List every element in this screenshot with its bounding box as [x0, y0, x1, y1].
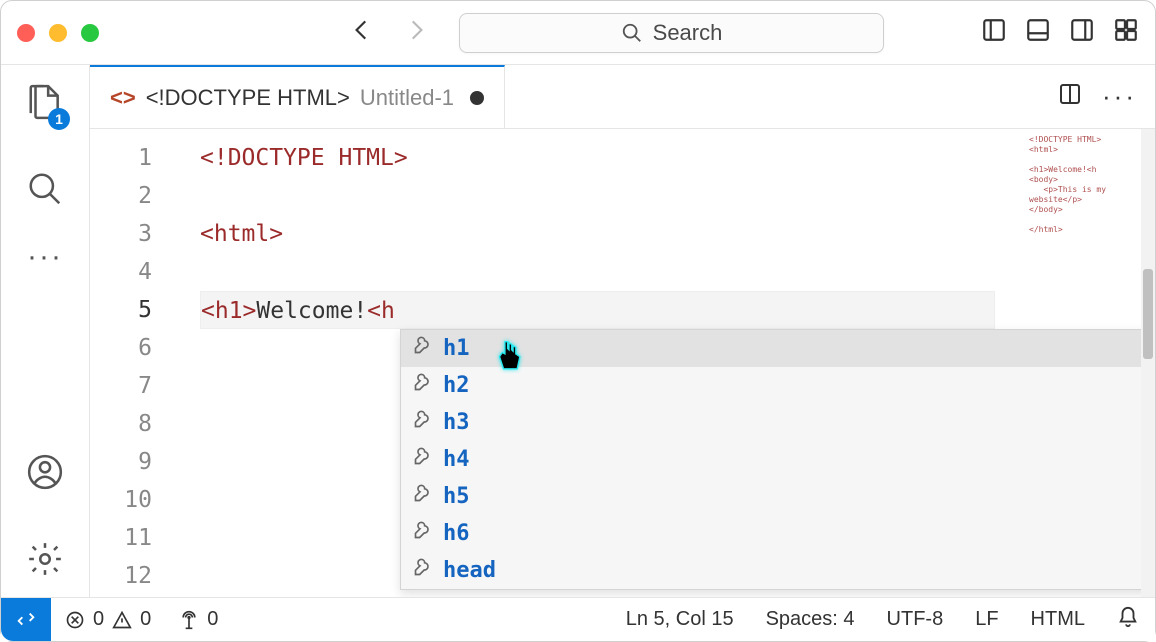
nav-forward-icon[interactable]: [403, 17, 429, 48]
suggest-item-h2[interactable]: h2: [401, 367, 1155, 404]
minimap[interactable]: <!DOCTYPE HTML> <html> <h1>Welcome!<h <b…: [1023, 129, 1143, 241]
line-number-gutter: 1 2 3 4 5 6 7 8 9 10 11 12: [90, 129, 170, 597]
command-center-search[interactable]: Search: [459, 13, 884, 53]
explorer-badge: 1: [48, 108, 70, 130]
html-language-icon: <>: [110, 85, 136, 111]
editor-tab-row: <> <!DOCTYPE HTML> Untitled-1 ···: [90, 65, 1155, 129]
ports-count: 0: [207, 608, 218, 631]
snippet-icon: [413, 552, 433, 590]
warning-count: 0: [140, 608, 151, 631]
zoom-window-button[interactable]: [81, 24, 99, 42]
suggest-item-h1[interactable]: h1 ›: [401, 330, 1155, 367]
suggest-item-h5[interactable]: h5: [401, 478, 1155, 515]
titlebar: Search: [1, 1, 1155, 65]
snippet-icon: [413, 515, 433, 553]
encoding-status[interactable]: UTF-8: [871, 608, 960, 631]
notifications-bell-icon[interactable]: [1101, 606, 1155, 634]
tab-modified-indicator: [470, 91, 484, 105]
error-count: 0: [93, 608, 104, 631]
nav-back-icon[interactable]: [349, 17, 375, 48]
remote-indicator[interactable]: [1, 598, 51, 641]
editor-tab-untitled-1[interactable]: <> <!DOCTYPE HTML> Untitled-1: [90, 65, 505, 128]
ports-status[interactable]: 0: [165, 608, 232, 631]
editor-more-actions-icon[interactable]: ···: [1102, 81, 1137, 112]
customize-layout-icon[interactable]: [1113, 17, 1139, 48]
editor-scrollbar[interactable]: [1141, 129, 1155, 597]
tab-doctype-label: <!DOCTYPE HTML>: [146, 85, 350, 111]
search-placeholder: Search: [653, 20, 723, 46]
snippet-icon: [413, 330, 433, 368]
suggest-item-h4[interactable]: h4: [401, 441, 1155, 478]
indentation-status[interactable]: Spaces: 4: [750, 608, 871, 631]
search-icon: [621, 22, 643, 44]
problems-status[interactable]: 0 0: [51, 608, 165, 631]
toggle-primary-sidebar-icon[interactable]: [981, 17, 1007, 48]
settings-gear-icon[interactable]: [26, 540, 64, 583]
split-editor-icon[interactable]: [1058, 82, 1082, 111]
error-icon: [65, 610, 85, 630]
snippet-icon: [413, 478, 433, 516]
accounts-icon[interactable]: [26, 453, 64, 496]
current-line: <h1>Welcome!<h: [200, 291, 995, 329]
suggest-item-head[interactable]: head: [401, 552, 1155, 589]
suggest-item-h3[interactable]: h3: [401, 404, 1155, 441]
snippet-icon: [413, 441, 433, 479]
text-editor[interactable]: 1 2 3 4 5 6 7 8 9 10 11 12 <!DOCTYPE HTM…: [90, 129, 1155, 597]
activity-bar: 1 ···: [1, 65, 89, 597]
eol-status[interactable]: LF: [959, 608, 1014, 631]
suggest-item-h6[interactable]: h6: [401, 515, 1155, 552]
radio-tower-icon: [179, 610, 199, 630]
minimize-window-button[interactable]: [49, 24, 67, 42]
window-controls: [17, 24, 99, 42]
language-mode-status[interactable]: HTML: [1015, 608, 1101, 631]
status-bar: 0 0 0 Ln 5, Col 15 Spaces: 4 UTF-8 LF HT…: [1, 597, 1155, 641]
toggle-panel-icon[interactable]: [1025, 17, 1051, 48]
explorer-icon[interactable]: 1: [26, 83, 64, 126]
warning-icon: [112, 610, 132, 630]
snippet-icon: [413, 367, 433, 405]
cursor-position-status[interactable]: Ln 5, Col 15: [610, 608, 750, 631]
code-area[interactable]: <!DOCTYPE HTML> <html> <h1>Welcome!<h h1: [170, 129, 1155, 597]
tab-filename: Untitled-1: [360, 85, 454, 111]
search-view-icon[interactable]: [26, 170, 64, 213]
close-window-button[interactable]: [17, 24, 35, 42]
intellisense-suggest-widget: h1 › h2 h3 h4 h5 h6 head: [400, 329, 1155, 590]
toggle-secondary-sidebar-icon[interactable]: [1069, 17, 1095, 48]
snippet-icon: [413, 404, 433, 442]
